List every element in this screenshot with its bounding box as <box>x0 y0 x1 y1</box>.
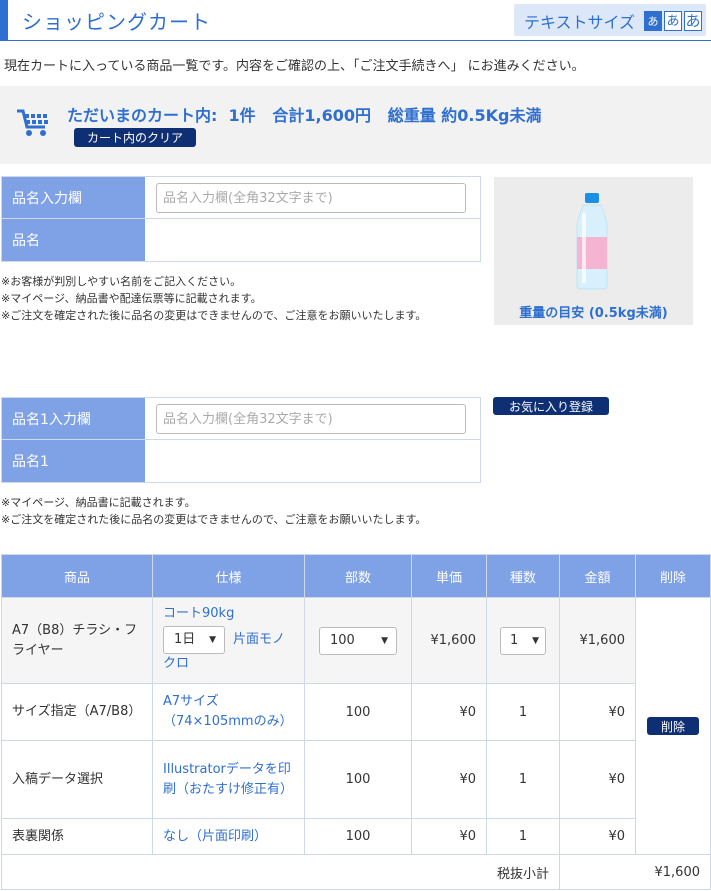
delete-button[interactable]: 削除 <box>647 717 699 735</box>
text-size-medium-button[interactable]: あ <box>664 11 682 31</box>
subtotal-label: 税抜小計 <box>2 855 560 890</box>
spec-cell: なし（片面印刷） <box>153 819 305 855</box>
chevron-down-icon: ▼ <box>209 635 216 645</box>
text-size-large-button[interactable]: あ <box>684 11 702 31</box>
name-note: ※お客様が判別しやすい名前をご記入ください。 <box>1 275 242 288</box>
quantity-cell: 100 <box>305 741 412 819</box>
amount-cell: ¥0 <box>560 684 636 741</box>
name-note: ※ご注文を確定された後に品名の変更はできませんので、ご注意をお願いいたします。 <box>1 309 427 322</box>
name-note: ※マイページ、納品書や配達伝票等に記載されます。 <box>1 292 262 305</box>
add-favorite-button[interactable]: お気に入り登録 <box>493 397 609 415</box>
cart-summary-text: ただいまのカート内: 1件 合計1,600円 総重量 約0.5Kg未満 <box>67 106 542 125</box>
unit-price-cell: ¥0 <box>412 819 487 855</box>
name-form: 品名入力欄 品名 <box>1 176 481 262</box>
unit-price-cell: ¥1,600 <box>412 598 487 684</box>
delivery-days-select[interactable]: 1日 ▼ <box>163 626 225 654</box>
name-label: 品名 <box>2 219 145 261</box>
kinds-cell: 1 ▼ <box>487 598 560 684</box>
column-header-unit-price: 単価 <box>412 555 487 598</box>
clear-cart-button[interactable]: カート内のクリア <box>74 128 196 147</box>
subtotal-value: ¥1,600 <box>560 855 711 890</box>
quantity-cell: 100 ▼ <box>305 598 412 684</box>
delivery-days-value: 1日 <box>174 632 196 647</box>
name1-notes: ※マイページ、納品書に記載されます。 ※ご注文を確定された後に品名の変更はできま… <box>1 494 426 528</box>
cart-icon <box>17 109 51 141</box>
column-header-spec: 仕様 <box>153 555 305 598</box>
text-size-control: テキストサイズ あ あ あ <box>514 4 706 36</box>
quantity-select[interactable]: 100 ▼ <box>319 626 397 655</box>
kinds-value: 1 <box>510 633 519 648</box>
column-header-delete: 削除 <box>636 555 711 598</box>
spec-cell: Illustratorデータを印刷（おたすけ修正有） <box>153 741 305 819</box>
chevron-down-icon: ▼ <box>532 635 539 646</box>
product-cell: サイズ指定（A7/B8） <box>2 684 153 741</box>
text-size-label: テキストサイズ <box>524 13 636 32</box>
spec-options: 1日 ▼ 片面モノ <box>163 626 298 654</box>
spec-print-color: 片面モノ <box>233 632 286 647</box>
product-cell: 入稿データ選択 <box>2 741 153 819</box>
bottle-icon <box>569 193 615 295</box>
kinds-select[interactable]: 1 ▼ <box>500 626 546 655</box>
name1-display-row: 品名1 <box>2 440 480 482</box>
intro-text: 現在カートに入っている商品一覧です。内容をご確認の上、「ご注文手続きへ」 にお進… <box>4 59 585 74</box>
amount-cell: ¥0 <box>560 741 636 819</box>
unit-price-cell: ¥0 <box>412 684 487 741</box>
quantity-cell: 100 <box>305 684 412 741</box>
name-input-label: 品名入力欄 <box>2 177 145 218</box>
page-title: ショッピングカート <box>22 10 211 34</box>
name1-input-label: 品名1入力欄 <box>2 398 145 439</box>
name1-form: 品名1入力欄 品名1 <box>1 397 481 483</box>
name1-note: ※ご注文を確定された後に品名の変更はできませんので、ご注意をお願いいたします。 <box>1 513 427 526</box>
name1-note: ※マイページ、納品書に記載されます。 <box>1 496 196 509</box>
product-table: 商品 仕様 部数 単価 種数 金額 削除 A7（B8）チラシ・フライヤー コート… <box>1 554 711 890</box>
delete-cell: 削除 <box>636 598 711 855</box>
quantity-value: 100 <box>330 633 355 648</box>
column-header-quantity: 部数 <box>305 555 412 598</box>
kinds-cell: 1 <box>487 819 560 855</box>
weight-label: 重量の目安 (0.5kg未満) <box>519 306 668 321</box>
spec-cell: A7サイズ（74×105mmのみ） <box>153 684 305 741</box>
name-input-row: 品名入力欄 <box>2 177 480 219</box>
column-header-product: 商品 <box>2 555 153 598</box>
spec-print-color-cont: クロ <box>163 656 190 671</box>
column-header-amount: 金額 <box>560 555 636 598</box>
chevron-down-icon: ▼ <box>381 635 388 646</box>
name-input[interactable] <box>156 183 466 213</box>
name1-input[interactable] <box>156 404 466 434</box>
header-accent-bar <box>0 0 8 41</box>
product-cell: 表裏関係 <box>2 819 153 855</box>
column-header-kinds: 種数 <box>487 555 560 598</box>
name1-label: 品名1 <box>2 440 145 482</box>
name1-input-row: 品名1入力欄 <box>2 398 480 440</box>
kinds-cell: 1 <box>487 684 560 741</box>
spec-cell: コート90kg 1日 ▼ 片面モノ クロ <box>153 598 305 684</box>
amount-cell: ¥0 <box>560 819 636 855</box>
name-notes: ※お客様が判別しやすい名前をご記入ください。 ※マイページ、納品書や配達伝票等に… <box>1 273 426 324</box>
product-cell: A7（B8）チラシ・フライヤー <box>2 598 153 684</box>
name-display-row: 品名 <box>2 219 480 261</box>
unit-price-cell: ¥0 <box>412 741 487 819</box>
amount-cell: ¥1,600 <box>560 598 636 684</box>
kinds-cell: 1 <box>487 741 560 819</box>
quantity-cell: 100 <box>305 819 412 855</box>
text-size-small-button[interactable]: あ <box>644 11 662 31</box>
spec-paper: コート90kg <box>163 606 235 621</box>
